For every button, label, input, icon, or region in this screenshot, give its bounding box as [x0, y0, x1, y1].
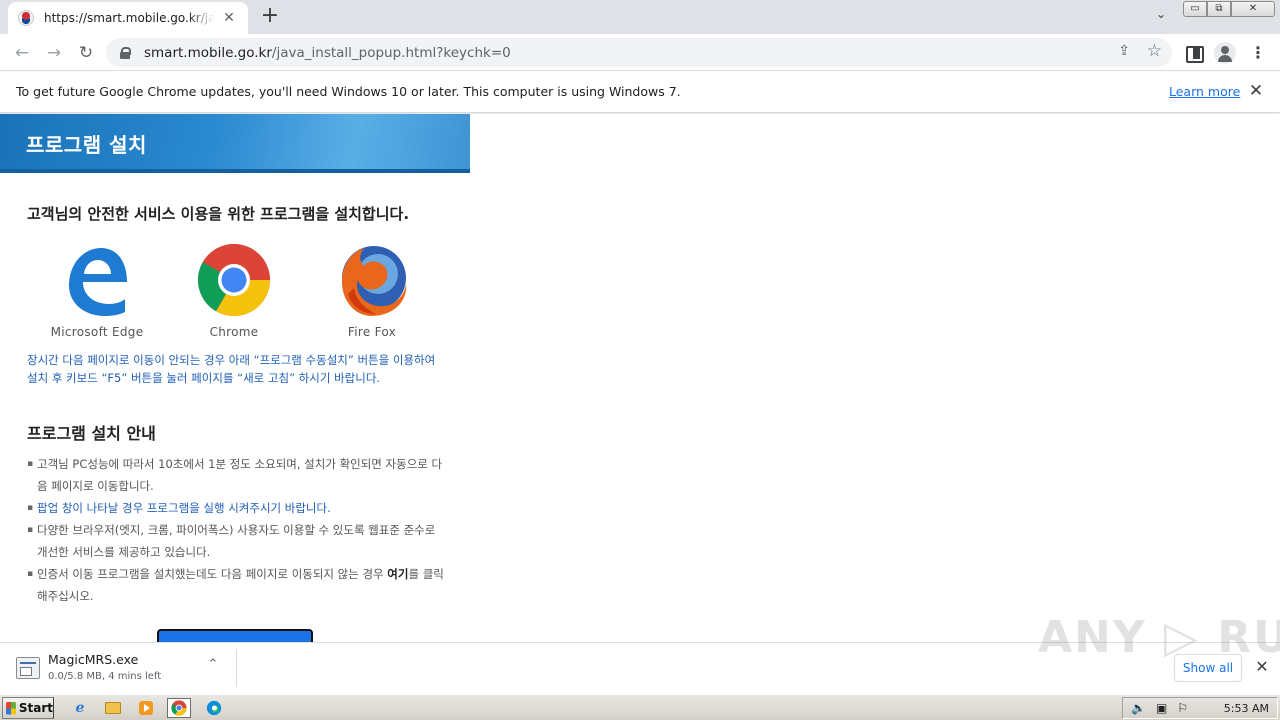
forward-arrow-icon[interactable]: → [41, 40, 67, 66]
exe-file-icon[interactable] [16, 657, 40, 679]
start-label: Start [18, 701, 53, 715]
chevron-up-icon[interactable]: ⌃ [204, 657, 222, 672]
clock[interactable]: 5:53 AM [1224, 702, 1269, 715]
edge-icon[interactable] [202, 698, 226, 718]
update-infobar: To get future Google Chrome updates, you… [0, 72, 1280, 113]
browser-option-edge: Microsoft Edge [37, 242, 157, 339]
firefox-logo-icon [342, 246, 407, 316]
window-minimize-button[interactable]: ▭ [1183, 1, 1207, 17]
manual-install-button[interactable] [157, 629, 313, 642]
network-icon[interactable]: ▣ [1156, 701, 1167, 715]
edge-logo-icon [69, 248, 127, 316]
volume-icon[interactable]: 🔈 [1131, 701, 1146, 715]
chrome-icon[interactable] [167, 698, 191, 718]
learn-more-link[interactable]: Learn more [1169, 84, 1240, 99]
profile-avatar-icon[interactable] [1214, 42, 1236, 64]
media-player-icon[interactable] [134, 698, 158, 718]
active-tab[interactable]: https://smart.mobile.go.kr/java_install_… [8, 2, 248, 34]
tab-close-icon[interactable]: ✕ [220, 9, 238, 27]
internet-explorer-icon[interactable]: e [68, 698, 92, 718]
anyrun-watermark: ANY ▷ RUN [1038, 612, 1280, 663]
browser-name-edge: Microsoft Edge [50, 325, 144, 339]
page-content: 프로그램 설치 고객님의 안전한 서비스 이용을 위한 프로그램을 설치합니다.… [0, 114, 1280, 642]
browser-toolbar: ← → ↻ smart.mobile.go.kr/java_install_po… [0, 34, 1280, 71]
url-host: smart.mobile.go.kr [144, 44, 272, 61]
start-button[interactable]: Start [2, 697, 54, 719]
guide-item-text: 인증서 이동 프로그램을 설치했는데도 다음 페이지로 이동되지 않는 경우 [37, 567, 388, 581]
windows-taskbar: Start e 🔈 ▣ ⚐ 5:53 AM [0, 694, 1280, 720]
korea-flag-favicon-icon [18, 10, 34, 26]
window-restore-button[interactable]: ⧉ [1207, 1, 1231, 17]
guide-item: 팝업 창이 나타날 경우 프로그램을 실행 시켜주시기 바랍니다. [27, 497, 447, 519]
windows-flag-icon [6, 701, 16, 715]
download-filename[interactable]: MagicMRS.exe [48, 652, 138, 667]
tab-title: https://smart.mobile.go.kr/java_install_… [44, 11, 214, 25]
tab-strip: https://smart.mobile.go.kr/java_install_… [0, 0, 1280, 34]
address-bar[interactable]: smart.mobile.go.kr/java_install_popup.ht… [106, 38, 1172, 67]
browser-option-chrome: Chrome [174, 242, 294, 339]
browser-name-firefox: Fire Fox [347, 325, 397, 339]
new-tab-button[interactable]: + [258, 5, 282, 29]
install-guide-heading: 프로그램 설치 안내 [27, 424, 156, 443]
chrome-logo-icon [197, 244, 270, 317]
system-tray: 🔈 ▣ ⚐ 5:53 AM [1122, 697, 1278, 719]
bookmark-star-icon[interactable]: ☆ [1147, 41, 1162, 61]
intro-heading: 고객님의 안전한 서비스 이용을 위한 프로그램을 설치합니다. [27, 205, 410, 223]
manual-install-note: 장시간 다음 페이지로 이동이 안되는 경우 아래 “프로그램 수동설치” 버튼… [27, 353, 436, 385]
folder-icon[interactable] [101, 698, 125, 718]
download-status: 0.0/5.8 MB, 4 mins left [48, 671, 162, 682]
header-banner: 프로그램 설치 [0, 114, 470, 173]
share-icon[interactable]: ⇪ [1118, 43, 1130, 59]
kebab-menu-icon[interactable]: ⋮ [1247, 42, 1269, 64]
infobar-message: To get future Google Chrome updates, you… [16, 84, 681, 99]
guide-item: 고객님 PC성능에 따라서 10초에서 1분 정도 소요되며, 설치가 확인되면… [27, 453, 447, 497]
tab-search-chevron-icon[interactable]: ⌄ [1150, 7, 1172, 27]
browser-name-chrome: Chrome [209, 325, 259, 339]
url-text[interactable]: smart.mobile.go.kr/java_install_popup.ht… [144, 45, 511, 61]
action-center-flag-icon[interactable]: ⚐ [1177, 701, 1188, 715]
install-guide-list: 고객님 PC성능에 따라서 10초에서 1분 정도 소요되며, 설치가 확인되면… [27, 453, 447, 607]
infobar-close-icon[interactable]: ✕ [1247, 81, 1265, 101]
window-close-button[interactable]: ✕ [1231, 1, 1275, 17]
here-link[interactable]: 여기 [387, 567, 408, 581]
back-arrow-icon[interactable]: ← [9, 40, 35, 66]
lock-icon[interactable] [120, 46, 131, 59]
url-path: /java_install_popup.html?keychk=0 [271, 44, 511, 61]
guide-item: 다양한 브라우저(엣지, 크롬, 파이어폭스) 사용자도 이용할 수 있도록 웹… [27, 519, 447, 563]
browser-option-firefox: Fire Fox [312, 242, 432, 339]
side-panel-icon[interactable] [1182, 42, 1204, 64]
reload-icon[interactable]: ↻ [73, 40, 99, 66]
banner-title: 프로그램 설치 [26, 133, 147, 157]
download-separator [236, 649, 237, 687]
guide-item-last: 인증서 이동 프로그램을 설치했는데도 다음 페이지로 이동되지 않는 경우 여… [27, 563, 447, 607]
